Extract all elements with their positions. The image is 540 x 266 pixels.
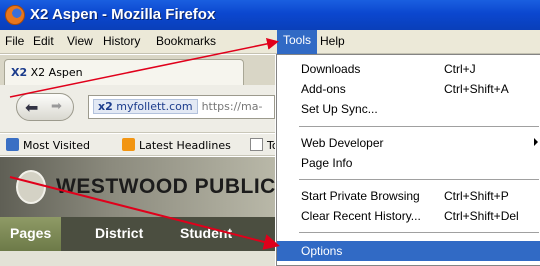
bookmark-label: Most Visited [23,139,90,152]
menu-item-shortcut: Ctrl+Shift+P [444,189,509,203]
site-banner: WESTWOOD PUBLIC [0,157,275,217]
menu-item-label: Web Developer [301,136,384,150]
forward-arrow-icon[interactable]: ➡ [51,99,62,114]
back-arrow-icon[interactable]: ⬅ [25,98,38,117]
menu-item-label: Clear Recent History... [301,209,421,223]
x2-favicon: X2 [11,66,28,79]
bookmark-most-visited[interactable]: Most Visited [6,138,90,152]
navigation-toolbar: ⬅ ➡ x2 myfollett.com https://ma- [0,85,275,133]
bookmark-label: To [267,139,275,152]
tab-x2-aspen[interactable]: X2 X2 Aspen [4,59,244,85]
tools-menu: Downloads Ctrl+J Add-ons Ctrl+Shift+A Se… [276,54,540,266]
menu-item-label: Page Info [301,156,353,170]
menu-item-web-developer[interactable]: Web Developer [277,133,540,153]
menu-separator [299,179,539,180]
menu-item-addons[interactable]: Add-ons Ctrl+Shift+A [277,79,540,99]
menu-item-clear-history[interactable]: Clear Recent History... Ctrl+Shift+Del [277,206,540,226]
bookmarks-toolbar: Most Visited Latest Headlines To [0,134,275,156]
menu-item-shortcut: Ctrl+J [444,62,476,76]
school-name: WESTWOOD PUBLIC [56,175,275,198]
menu-bar: File Edit View History Bookmarks Tools H… [0,30,540,54]
back-forward-group: ⬅ ➡ [16,93,74,121]
most-visited-icon [6,138,19,151]
school-seal-logo [16,170,46,204]
firefox-logo-icon [5,5,25,25]
menu-item-set-up-sync[interactable]: Set Up Sync... [277,99,540,119]
menu-tools[interactable]: Tools [277,30,318,54]
bookmark-to[interactable]: To [250,138,275,152]
rss-icon [122,138,135,151]
menu-item-page-info[interactable]: Page Info [277,153,540,173]
bookmark-label: Latest Headlines [139,139,231,152]
tab-strip: X2 X2 Aspen [0,55,275,85]
menu-bookmarks[interactable]: Bookmarks [156,34,262,48]
url-domain: myfollett.com [116,100,193,113]
page-icon [250,138,263,151]
menu-item-downloads[interactable]: Downloads Ctrl+J [277,59,540,79]
menu-help[interactable]: Help [320,34,345,48]
site-tab-student[interactable]: Student [170,217,242,251]
menu-item-label: Start Private Browsing [301,189,420,203]
window-title: X2 Aspen - Mozilla Firefox [30,6,216,23]
site-identity-badge[interactable]: x2 myfollett.com [93,99,198,114]
menu-item-private-browsing[interactable]: Start Private Browsing Ctrl+Shift+P [277,186,540,206]
menu-separator [299,232,539,233]
url-bar[interactable]: x2 myfollett.com https://ma- [88,95,275,119]
menu-history[interactable]: History [103,34,140,48]
x2-site-icon: x2 [98,100,113,113]
submenu-arrow-icon [534,138,538,146]
window-titlebar: X2 Aspen - Mozilla Firefox [0,0,540,30]
menu-edit[interactable]: Edit [33,34,54,48]
menu-item-options[interactable]: Options [277,241,540,261]
bookmark-latest-headlines[interactable]: Latest Headlines [122,138,231,152]
menu-item-shortcut: Ctrl+Shift+A [444,82,509,96]
menu-separator [299,126,539,127]
site-tab-pages[interactable]: Pages [0,217,62,251]
menu-item-label: Downloads [301,62,361,76]
menu-file[interactable]: File [5,34,24,48]
menu-view[interactable]: View [67,34,93,48]
site-tab-district[interactable]: District [85,217,153,251]
menu-item-shortcut: Ctrl+Shift+Del [444,209,519,223]
page-content-area [0,251,275,266]
menu-item-label: Add-ons [301,82,346,96]
site-nav-tabs: Pages District Student [0,217,275,251]
menu-item-label: Set Up Sync... [301,102,378,116]
menu-item-label: Options [301,244,343,258]
url-text: https://ma- [201,100,263,113]
tab-title: X2 Aspen [30,66,83,79]
